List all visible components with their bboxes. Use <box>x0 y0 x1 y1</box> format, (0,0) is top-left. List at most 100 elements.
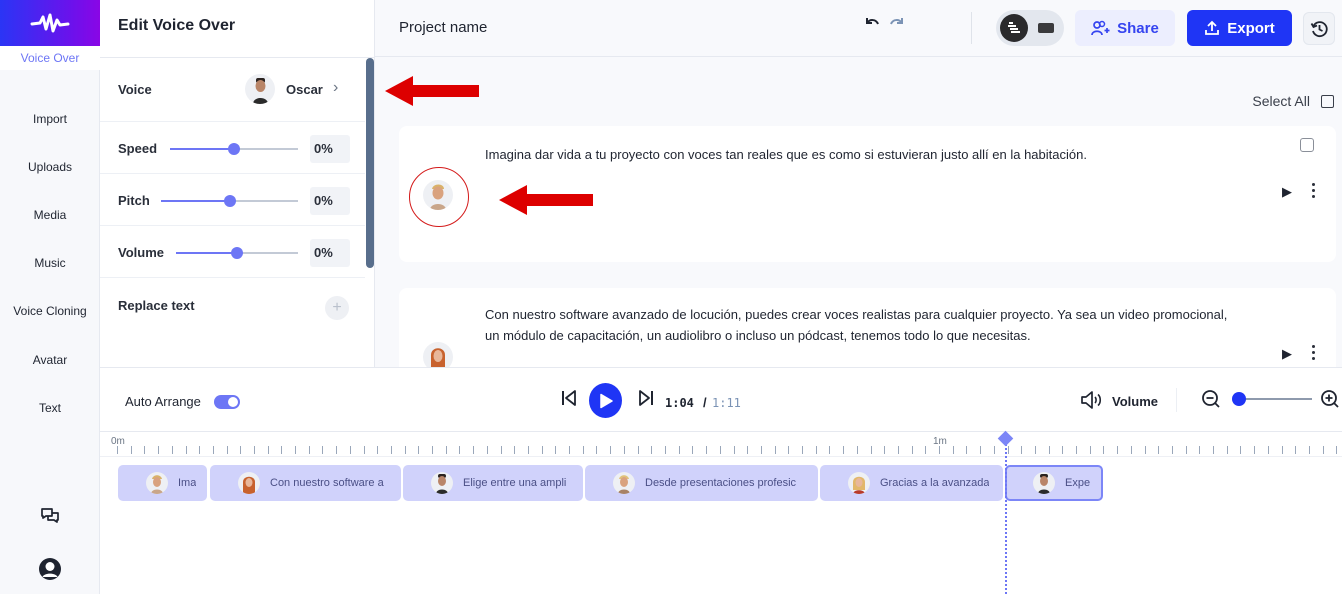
timeline-clip[interactable]: Desde presentaciones profesic <box>585 465 818 501</box>
sidebar-item-voice-cloning[interactable]: Voice Cloning <box>0 304 100 318</box>
speed-value[interactable]: 0% <box>310 135 350 163</box>
volume-slider[interactable] <box>176 246 298 260</box>
volume-icon[interactable] <box>1080 390 1106 415</box>
playhead-line <box>1005 444 1007 594</box>
canvas-view-icon[interactable] <box>1038 23 1054 33</box>
slider-thumb[interactable] <box>228 143 240 155</box>
ruler-tick <box>788 446 789 454</box>
speaker-avatar[interactable] <box>423 342 453 367</box>
export-label: Export <box>1227 19 1275 37</box>
timeline-ruler[interactable]: 0m 1m <box>100 432 1342 457</box>
history-icon <box>1310 20 1328 37</box>
ruler-tick <box>227 446 228 454</box>
timeline-clip[interactable]: Con nuestro software a <box>210 465 401 501</box>
ruler-tick <box>884 446 885 454</box>
pitch-slider[interactable] <box>161 194 298 208</box>
zoom-out-button[interactable] <box>1201 389 1221 414</box>
edit-voice-over-panel: Edit Voice Over Voice Oscar › Speed 0% P… <box>100 0 375 367</box>
auto-arrange-toggle[interactable] <box>214 395 240 409</box>
sidebar-item-import[interactable]: Import <box>0 112 100 126</box>
sidebar-item-voice-over[interactable]: Voice Over <box>0 46 100 70</box>
select-all-label[interactable]: Select All <box>1252 93 1310 109</box>
ruler-tick <box>1145 446 1146 454</box>
view-mode-toggle[interactable] <box>996 10 1064 46</box>
export-button[interactable]: Export <box>1187 10 1292 46</box>
more-options-button[interactable] <box>1312 183 1316 201</box>
ruler-tick <box>487 446 488 454</box>
script-text[interactable]: Imagina dar vida a tu proyecto con voces… <box>485 144 1245 165</box>
slider-fill <box>176 252 237 254</box>
ruler-tick <box>994 446 995 454</box>
clip-avatar <box>1033 472 1055 494</box>
ruler-tick <box>829 446 830 454</box>
timeline-clip[interactable]: Ima <box>118 465 207 501</box>
zoom-in-button[interactable] <box>1320 389 1340 414</box>
redo-button[interactable] <box>888 14 906 37</box>
ruler-tick <box>1309 446 1310 454</box>
select-all-checkbox[interactable] <box>1321 95 1334 108</box>
volume-button[interactable]: Volume <box>1112 394 1158 409</box>
share-label: Share <box>1117 19 1159 37</box>
replace-text-row: Replace text + <box>100 278 365 338</box>
upload-icon <box>1205 20 1220 35</box>
app-logo[interactable] <box>0 0 100 46</box>
timeline-view-icon[interactable] <box>1000 14 1028 42</box>
voice-over-editor: Voice Over Import Uploads Media Music Vo… <box>0 0 1342 594</box>
skip-back-button[interactable] <box>561 389 577 412</box>
sidebar-item-uploads[interactable]: Uploads <box>0 160 100 174</box>
total-time: 1:11 <box>712 396 741 410</box>
script-card[interactable]: Con nuestro software avanzado de locució… <box>399 288 1336 367</box>
more-options-button[interactable] <box>1312 345 1316 363</box>
speed-slider[interactable] <box>170 142 298 156</box>
add-replace-text-button[interactable]: + <box>325 296 349 320</box>
timeline[interactable]: 0m 1m Ima Con nuestro software a Elige e… <box>100 430 1342 594</box>
ruler-tick <box>281 446 282 454</box>
slider-thumb[interactable] <box>223 195 236 207</box>
time-separator: / <box>703 395 707 410</box>
play-clip-button[interactable]: ▶ <box>1282 346 1292 362</box>
timeline-clip[interactable]: Gracias a la avanzada <box>820 465 1003 501</box>
divider <box>1176 388 1177 412</box>
sidebar-item-avatar[interactable]: Avatar <box>0 353 100 367</box>
voice-selector-row[interactable]: Voice Oscar › <box>100 58 365 122</box>
project-name[interactable]: Project name <box>399 19 487 36</box>
ruler-tick <box>1172 446 1173 454</box>
ruler-tick <box>1021 446 1022 454</box>
chevron-right-icon: › <box>333 79 339 96</box>
undo-button[interactable] <box>863 14 881 37</box>
ruler-tick <box>912 446 913 454</box>
sidebar-item-media[interactable]: Media <box>0 208 100 222</box>
slider-thumb[interactable] <box>1232 392 1246 406</box>
voice-name: Oscar <box>286 82 323 97</box>
play-button[interactable] <box>589 383 622 418</box>
clip-avatar <box>238 472 260 494</box>
sidebar-item-music[interactable]: Music <box>0 256 100 270</box>
sidebar-item-text[interactable]: Text <box>0 401 100 415</box>
pitch-value[interactable]: 0% <box>310 187 350 215</box>
zoom-out-icon <box>1202 390 1220 408</box>
version-history-button[interactable] <box>1303 12 1335 45</box>
play-clip-button[interactable]: ▶ <box>1282 184 1292 200</box>
share-button[interactable]: Share <box>1075 10 1175 46</box>
annotation-arrow-icon <box>385 76 479 106</box>
timeline-clip[interactable]: Elige entre una ampli <box>403 465 583 501</box>
card-checkbox[interactable] <box>1300 138 1314 152</box>
ruler-tick <box>802 446 803 454</box>
ruler-tick <box>186 446 187 454</box>
volume-value[interactable]: 0% <box>310 239 350 267</box>
skip-forward-button[interactable] <box>638 389 654 412</box>
user-profile-icon[interactable] <box>37 556 63 582</box>
ruler-tick <box>1131 446 1132 454</box>
timeline-zoom-slider[interactable] <box>1232 392 1312 406</box>
panel-scrollbar[interactable] <box>366 58 374 268</box>
ruler-tick <box>240 446 241 454</box>
chat-icon[interactable] <box>37 503 63 529</box>
pitch-label: Pitch <box>118 193 150 208</box>
ruler-tick <box>131 446 132 454</box>
timeline-clip-selected[interactable]: Expe <box>1005 465 1103 501</box>
ruler-tick <box>1035 446 1036 454</box>
ruler-tick <box>1049 446 1050 454</box>
slider-thumb[interactable] <box>231 247 243 259</box>
ruler-tick <box>391 446 392 454</box>
script-text[interactable]: Con nuestro software avanzado de locució… <box>485 304 1245 346</box>
